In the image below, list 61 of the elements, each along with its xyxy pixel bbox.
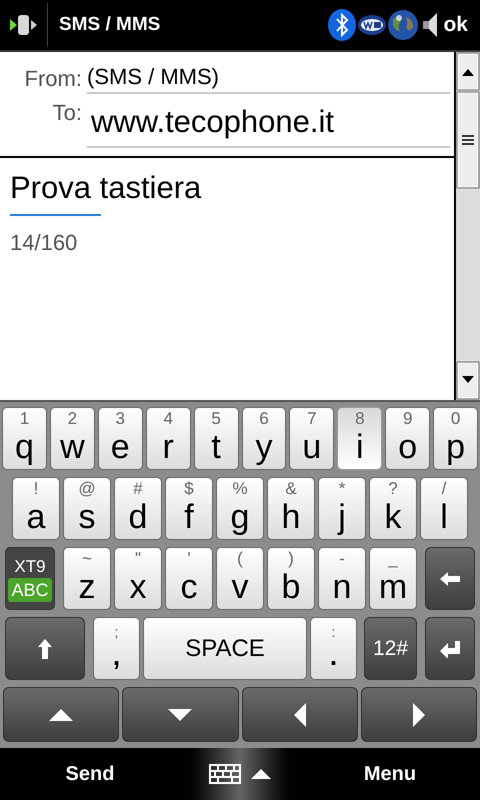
key[interactable]: % g <box>216 477 264 540</box>
bluetooth-icon[interactable] <box>327 8 358 42</box>
globe-icon[interactable] <box>387 9 420 41</box>
up-arrow-key[interactable] <box>3 687 120 742</box>
wifi-icon[interactable] <box>357 14 388 36</box>
keyboard-icon <box>209 764 241 784</box>
key[interactable]: # d <box>114 477 162 540</box>
from-label: From: <box>24 65 83 93</box>
key[interactable]: ) b <box>267 547 315 610</box>
to-field[interactable]: www.tecophone.it <box>87 98 450 148</box>
key[interactable]: 9 o <box>385 407 430 470</box>
send-button[interactable]: Send <box>0 759 180 789</box>
key[interactable]: 6 y <box>242 407 286 470</box>
left-arrow-key[interactable] <box>242 687 358 742</box>
right-arrow-icon <box>412 702 426 728</box>
backspace-key[interactable] <box>425 547 475 610</box>
window-title: SMS / MMS <box>59 12 160 37</box>
key[interactable]: " x <box>114 547 162 610</box>
from-field[interactable]: (SMS / MMS) <box>87 62 450 94</box>
enter-key[interactable] <box>425 617 475 680</box>
key[interactable]: & h <box>267 477 315 540</box>
message-text[interactable]: Prova tastiera <box>10 168 202 208</box>
enter-icon <box>439 640 461 658</box>
key[interactable]: 8 i <box>337 407 382 470</box>
key[interactable]: ! a <box>12 477 60 540</box>
key[interactable]: ~ z <box>63 547 111 610</box>
key[interactable]: 12# <box>364 617 417 680</box>
key[interactable]: ; , <box>93 617 140 680</box>
key[interactable]: : . <box>310 617 357 680</box>
key[interactable]: 4 r <box>146 407 191 470</box>
caret-icon <box>251 769 271 779</box>
key[interactable]: 5 t <box>194 407 239 470</box>
space-key[interactable]: SPACE <box>143 617 307 680</box>
key[interactable]: ? k <box>369 477 417 540</box>
up-arrow-icon <box>48 708 74 722</box>
ok-button[interactable]: ok <box>443 9 468 41</box>
key[interactable]: - n <box>318 547 366 610</box>
key[interactable]: $ f <box>165 477 213 540</box>
down-arrow-icon <box>167 708 194 722</box>
key[interactable]: 2 w <box>50 407 95 470</box>
shift-icon <box>37 638 53 660</box>
right-arrow-key[interactable] <box>360 687 477 742</box>
scrollbar[interactable] <box>454 52 480 400</box>
key[interactable]: 0 p <box>433 407 478 470</box>
key[interactable]: ' c <box>165 547 213 610</box>
key[interactable]: * j <box>318 477 366 540</box>
shift-key[interactable] <box>5 617 85 680</box>
down-arrow-key[interactable] <box>122 687 238 742</box>
character-counter: 14/160 <box>10 229 78 257</box>
backspace-icon <box>439 570 461 586</box>
input-mode-key[interactable]: XT9 ABC <box>5 547 55 610</box>
key[interactable]: 1 q <box>2 407 47 470</box>
key[interactable]: ( v <box>216 547 264 610</box>
key[interactable]: 3 e <box>98 407 143 470</box>
to-label: To: <box>52 99 83 127</box>
key[interactable]: @ s <box>63 477 111 540</box>
key[interactable]: / l <box>420 477 468 540</box>
key[interactable]: _ m <box>369 547 417 610</box>
key[interactable]: 7 u <box>289 407 334 470</box>
menu-button[interactable]: Menu <box>300 759 480 789</box>
left-arrow-icon <box>292 702 307 728</box>
